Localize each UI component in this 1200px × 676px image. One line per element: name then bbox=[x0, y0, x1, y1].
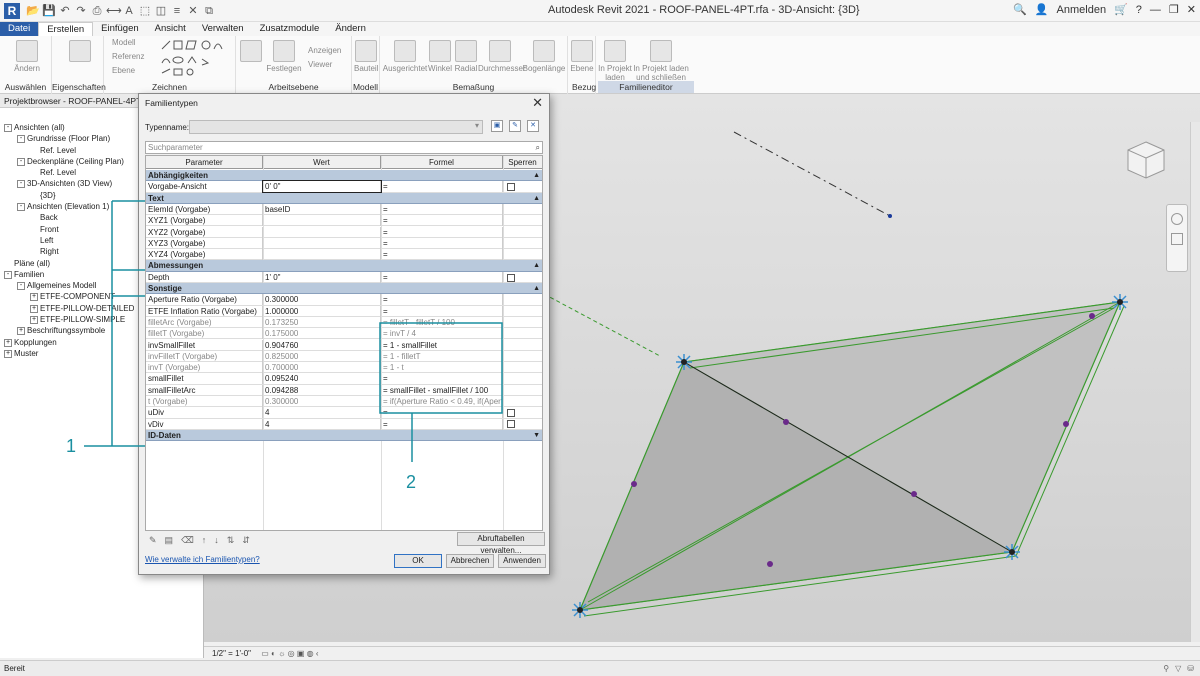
callout-1: 1 bbox=[66, 436, 77, 456]
callout-2: 2 bbox=[406, 472, 417, 492]
callout-lines bbox=[84, 200, 503, 462]
